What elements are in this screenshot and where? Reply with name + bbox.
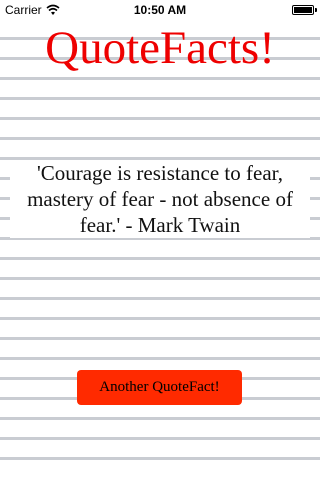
app-title: QuoteFacts! [45,22,275,74]
status-bar: Carrier 10:50 AM [0,0,320,20]
another-quote-button[interactable]: Another QuoteFact! [77,370,242,405]
status-time: 10:50 AM [133,3,187,17]
battery-icon [292,5,317,15]
quote-text: 'Courage is resistance to fear, mastery … [10,160,310,238]
battery-level-fill [294,7,312,13]
paper-bottom-margin [0,468,320,480]
